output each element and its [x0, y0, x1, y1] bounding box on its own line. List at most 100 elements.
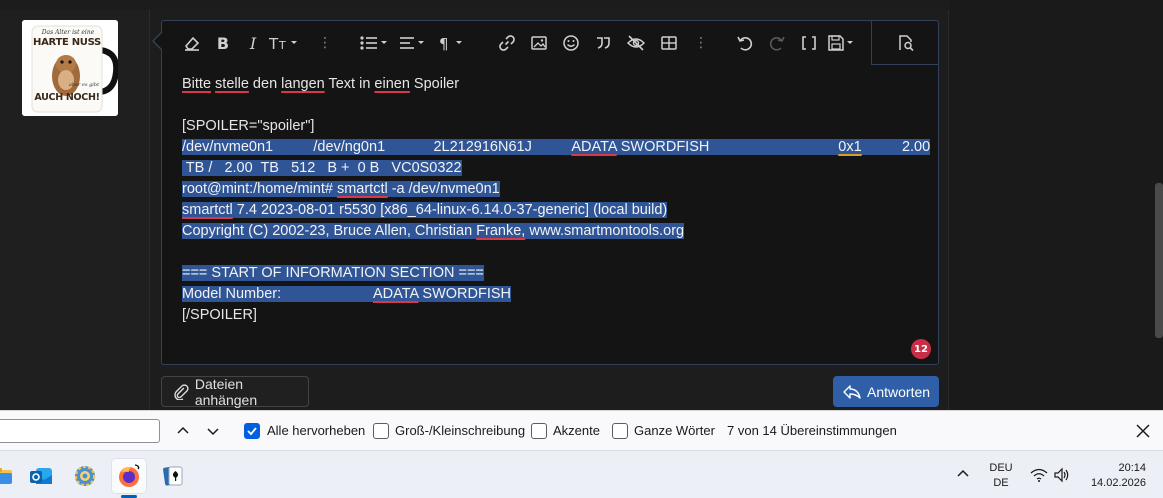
highlight-all-label[interactable]: Alle hervorheben — [267, 423, 365, 439]
svg-text:T: T — [278, 39, 286, 52]
whole-words-label[interactable]: Ganze Wörter — [634, 423, 715, 439]
taskbar-app-firefox[interactable] — [112, 459, 146, 493]
firefox-icon — [119, 464, 140, 487]
link-icon — [499, 35, 515, 51]
system-clock[interactable]: 20:14 14.02.2026 — [1084, 461, 1146, 491]
preview-button[interactable] — [894, 31, 918, 55]
input-language-indicator[interactable]: DEU DE — [988, 461, 1014, 491]
undo-button[interactable] — [734, 31, 756, 55]
paragraph-icon: ¶ — [439, 35, 462, 52]
editor-line: root@mint:/home/mint# smartctl -a /dev/n… — [182, 181, 500, 197]
editor-line: Copyright (C) 2002-23, Bruce Allen, Chri… — [182, 223, 685, 239]
drafts-button[interactable] — [826, 31, 858, 55]
editor-line: smartctl 7.4 2023-08-01 r5530 [x86_64-li… — [182, 202, 668, 218]
italic-icon: I — [249, 33, 257, 53]
paperclip-icon — [174, 383, 189, 400]
editor-line: /dev/nvme0n1 /dev/ng0n1 2L212916N61J ADA… — [182, 139, 931, 155]
taskbar-app-explorer[interactable] — [0, 459, 20, 493]
attach-files-label: Dateien anhängen — [194, 375, 258, 408]
find-input[interactable] — [0, 419, 160, 443]
chevron-up-icon — [177, 426, 189, 434]
image-icon — [531, 36, 547, 50]
taskbar-app-solitaire[interactable] — [156, 459, 190, 493]
outlook-icon — [30, 468, 52, 484]
smiley-icon — [563, 35, 579, 51]
scrollbar-thumb[interactable] — [1155, 183, 1163, 338]
find-previous-button[interactable] — [175, 423, 191, 439]
volume-icon[interactable] — [1053, 467, 1071, 483]
explorer-icon — [0, 468, 12, 484]
toolbar-more-icon[interactable]: ⋮ — [318, 35, 332, 51]
eye-slash-icon — [626, 35, 646, 51]
redo-button[interactable] — [766, 31, 788, 55]
align-button[interactable] — [398, 31, 428, 55]
editor-content[interactable]: Bitte stelle den langen Text in einen Sp… — [182, 74, 931, 326]
language-code: DEU — [989, 462, 1013, 474]
eraser-icon — [184, 36, 200, 51]
match-case-label[interactable]: Groß-/Kleinschreibung — [395, 423, 525, 439]
bold-icon: B — [216, 33, 230, 53]
spoiler-button[interactable] — [624, 31, 648, 55]
solitaire-icon — [163, 466, 183, 486]
checkmark-icon — [247, 427, 257, 436]
chevron-down-icon — [207, 428, 219, 436]
find-close-button[interactable] — [1134, 422, 1152, 440]
link-button[interactable] — [496, 31, 518, 55]
align-left-icon — [400, 37, 424, 49]
taskbar-app-outlook[interactable] — [24, 459, 58, 493]
avatar-text-top: Das Alter ist eine — [41, 29, 95, 36]
image-button[interactable] — [528, 31, 550, 55]
italic-button[interactable]: I — [242, 31, 264, 55]
quote-button[interactable] — [592, 31, 614, 55]
list-button[interactable] — [358, 31, 390, 55]
editor-line: TB / 2.00 TB 512 B + 0 B VC0S0322 — [182, 160, 462, 176]
redo-icon — [769, 36, 785, 51]
diacritics-label[interactable]: Akzente — [553, 423, 600, 439]
sidebar-area — [949, 0, 1163, 410]
clock-date: 14.02.2026 — [1090, 477, 1146, 489]
preview-icon — [899, 35, 914, 52]
reply-label: Antworten — [867, 383, 931, 400]
taskbar-app-settings[interactable] — [68, 459, 102, 493]
svg-text:¶: ¶ — [439, 35, 449, 52]
editor-line: [SPOILER="spoiler"] — [182, 118, 315, 134]
paragraph-button[interactable]: ¶ — [438, 31, 468, 55]
whole-words-checkbox[interactable] — [612, 423, 628, 439]
bold-button[interactable]: B — [212, 31, 234, 55]
keyboard-layout: DE — [993, 477, 1009, 489]
preview-toggle-wrap — [871, 21, 938, 65]
match-case-checkbox[interactable] — [373, 423, 389, 439]
editor-line: Bitte stelle den langen Text in einen Sp… — [182, 76, 460, 92]
avatar-text-main: HARTE NUSS — [33, 37, 101, 48]
tray-overflow-chevron-icon[interactable] — [955, 466, 971, 482]
settings-icon — [75, 466, 95, 486]
clock-time: 20:14 — [1118, 462, 1146, 474]
attach-files-button[interactable]: Dateien anhängen — [161, 375, 309, 408]
diacritics-checkbox[interactable] — [531, 423, 547, 439]
brackets-icon — [802, 36, 816, 50]
table-button[interactable] — [658, 31, 680, 55]
list-icon — [360, 36, 387, 50]
svg-text:T: T — [269, 35, 279, 52]
find-next-button[interactable] — [205, 423, 221, 439]
table-icon — [661, 36, 677, 50]
notification-badge[interactable]: 12 — [911, 339, 931, 359]
reply-button[interactable]: Antworten — [833, 376, 939, 407]
toolbar-more-icon-2[interactable]: ⋮ — [694, 35, 708, 51]
avatar-text-sub: aber es gibt — [68, 82, 100, 88]
text-size-button[interactable]: TT — [268, 31, 302, 55]
find-bar: Alle hervorheben Groß-/Kleinschreibung A… — [0, 410, 1163, 450]
bbcode-toggle-button[interactable] — [798, 31, 820, 55]
editor-pointer-inner — [154, 33, 162, 49]
avatar-text-bottom: AUCH NOCH! — [34, 92, 100, 103]
emoji-button[interactable] — [560, 31, 582, 55]
highlight-all-checkbox[interactable] — [244, 423, 260, 439]
avatar[interactable]: Das Alter ist eine HARTE NUSS aber es gi… — [22, 20, 118, 116]
message-editor[interactable]: B I TT ⋮ ¶ ⋮ Bitte stelle den langen Tex… — [161, 20, 939, 365]
editor-line: [/SPOILER] — [182, 307, 257, 323]
wifi-icon[interactable] — [1030, 467, 1048, 483]
clear-format-button[interactable] — [180, 31, 204, 55]
reply-icon — [843, 384, 861, 399]
